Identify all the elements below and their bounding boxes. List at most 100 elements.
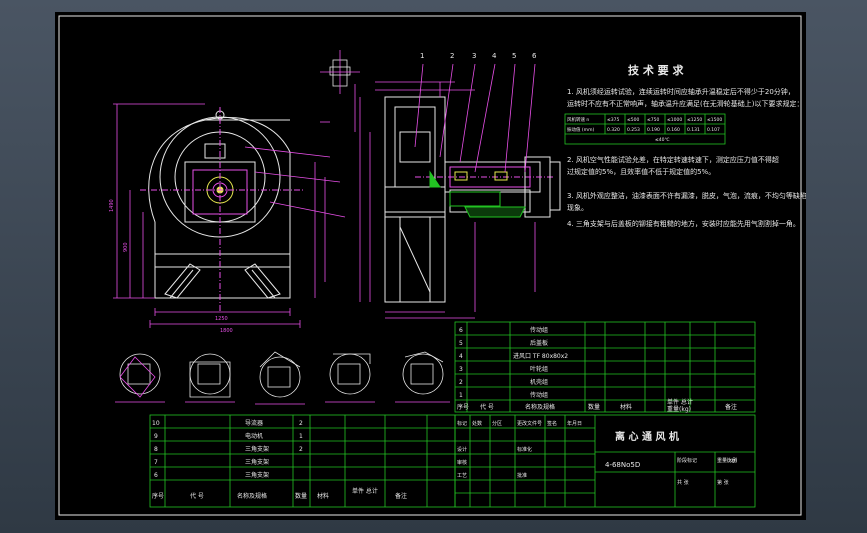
tb-role-count: 处数 — [472, 420, 482, 427]
pl-row1-qty: 2 — [299, 420, 303, 427]
vt-r1-c1: ≤375 — [607, 117, 619, 123]
pl-h-remark: 备注 — [395, 492, 407, 500]
tech-item-1b: 运转时不应有不正常响声，轴承温升应满足(在无滑轮基础上)以下要求规定： — [567, 99, 803, 108]
pl-h-no: 序号 — [152, 492, 164, 500]
pl-row3-qty: 2 — [299, 446, 303, 453]
pu-h-remark: 备注 — [725, 403, 737, 411]
pl-row3-name: 三角支架 — [245, 445, 269, 453]
tech-item-2b: 过规定值的5%，且效率值不低于规定值的5%。 — [567, 167, 715, 176]
tech-item-2: 2. 风机空气性能试验允差，在特定转速转速下，测定应压力值不得超 — [567, 155, 779, 164]
pu-row2-no: 5 — [459, 340, 463, 347]
balloon-6: 6 — [532, 52, 537, 60]
pu-row2-name: 后盖板 — [530, 339, 548, 347]
pu-row5-no: 2 — [459, 379, 463, 386]
variant-view-4 — [325, 353, 375, 403]
tb-stage: 阶段标记 — [677, 457, 697, 464]
balloon-2: 2 — [450, 52, 454, 60]
tb-role-review: 审核 — [457, 459, 467, 466]
tb-of: 第 张 — [717, 479, 729, 486]
tb-role-std: 标准化 — [517, 446, 532, 453]
side-dimensions — [359, 81, 536, 319]
balloon-labels: 1 2 3 4 5 6 — [420, 52, 537, 60]
dim-base-width: 1250 — [215, 316, 228, 322]
pu-row6-name: 传动组 — [530, 391, 548, 399]
tech-title: 技 术 要 求 — [628, 63, 684, 77]
pl-row2-name: 电动机 — [245, 432, 263, 440]
pl-row5-no: 6 — [154, 472, 158, 479]
pu-row4-name: 叶轮组 — [530, 365, 548, 373]
pl-row4-name: 三角支架 — [245, 458, 269, 466]
pu-h-single: 单件 总计 — [667, 398, 693, 406]
pu-h-weight: 重量(kg) — [667, 405, 691, 413]
pl-row1-no: 10 — [152, 420, 160, 427]
pu-row5-name: 机壳组 — [530, 378, 548, 386]
pu-h-code: 代 号 — [480, 403, 494, 411]
variant-view-1 — [115, 353, 165, 403]
pl-row1-name: 导流器 — [245, 419, 263, 427]
tech-item-1: 1. 风机须经运转试验，连续运转时间应轴承升温稳定后不得少于20分钟， — [567, 87, 795, 96]
title-block-text: 离 心 通 风 机 4-68No5D 阶段标记 重量(kg) 共 张 第 张 比… — [457, 420, 737, 486]
variant-views — [115, 351, 450, 405]
pu-row3-name: 进风口 TF 80x80x2 — [513, 352, 568, 360]
pl-row3-no: 8 — [154, 446, 158, 453]
pl-row5-name: 三角支架 — [245, 471, 269, 479]
tb-role-approve: 批准 — [517, 472, 527, 479]
dim-height-total: 1490 — [109, 199, 115, 212]
vt-r1-c4: ≤1000 — [667, 117, 682, 123]
tb-role-mark: 标记 — [457, 420, 467, 427]
vt-note: ≤40℃ — [655, 137, 670, 143]
pu-row1-name: 传动组 — [530, 326, 548, 334]
tb-role-zone: 分区 — [492, 420, 502, 427]
tb-role-design: 设计 — [457, 446, 467, 453]
vt-r2-c4: 0.160 — [667, 127, 680, 133]
balloon-5: 5 — [512, 52, 516, 60]
variant-view-5 — [395, 351, 450, 403]
pu-row3-no: 4 — [459, 353, 463, 360]
vt-r2-c5: 0.131 — [687, 127, 700, 133]
pu-row4-no: 3 — [459, 366, 463, 373]
balloon-4: 4 — [492, 52, 497, 60]
pl-h-name: 名称及规格 — [237, 492, 267, 500]
front-view — [140, 107, 305, 312]
dim-width-total: 1800 — [220, 328, 233, 334]
cad-viewport[interactable]: 1490 900 1250 1800 1 2 3 4 5 6 技 术 要 求 1… — [0, 0, 867, 533]
vt-r2-c3: 0.190 — [647, 127, 660, 133]
balloon-3: 3 — [472, 52, 476, 60]
tb-scale: 比例 — [727, 457, 737, 464]
tb-role-sign: 签名 — [547, 420, 557, 427]
vt-r1-c5: ≤1250 — [687, 117, 702, 123]
vt-r2-c2: 0.253 — [627, 127, 640, 133]
tb-role-date: 年月日 — [567, 420, 582, 427]
front-dimensions — [113, 103, 346, 328]
balloon-leaders — [414, 63, 536, 173]
tech-item-3b: 现象。 — [567, 203, 588, 212]
pu-h-name: 名称及规格 — [525, 403, 555, 411]
dim-shaft-center: 900 — [123, 242, 129, 252]
pl-h-material: 材料 — [317, 492, 329, 500]
vt-r1-c2: ≤500 — [627, 117, 639, 123]
pu-h-no: 序号 — [457, 403, 469, 411]
pu-row6-no: 1 — [459, 392, 463, 399]
pl-h-code: 代 号 — [190, 492, 204, 500]
drawing-model: 4-68No5D — [605, 461, 640, 469]
drawing-title: 离 心 通 风 机 — [615, 430, 679, 443]
pl-h-qty: 数量 — [295, 492, 307, 500]
pu-h-qty: 数量 — [588, 403, 600, 411]
parts-list-lower-text: 10 导流器 2 9 电动机 1 8 三角支架 2 7 三角支架 6 三角支架 … — [152, 419, 407, 500]
pu-h-material: 材料 — [620, 403, 632, 411]
vt-r2-c1: 0.320 — [607, 127, 620, 133]
pl-row2-qty: 1 — [299, 433, 303, 440]
pl-row2-no: 9 — [154, 433, 158, 440]
vt-r2-c6: 0.107 — [707, 127, 720, 133]
vt-r2-c0: 振动值 (mm) — [567, 126, 594, 133]
tb-role-process: 工艺 — [457, 473, 467, 479]
variant-view-3 — [255, 351, 305, 405]
tb-role-change: 更改文件号 — [517, 420, 542, 427]
pu-row1-no: 6 — [459, 327, 463, 334]
tech-item-4: 4. 三角支架与后盖板的铆接有粗糙的地方，安装时应能先用气割割掉一角。 — [567, 219, 800, 228]
bolt-detail — [320, 50, 360, 132]
parts-list-upper — [454, 321, 756, 413]
tech-requirements: 技 术 要 求 1. 风机须经运转试验，连续运转时间应轴承升温稳定后不得少于20… — [567, 63, 806, 228]
variant-view-2 — [185, 353, 235, 403]
pl-row4-no: 7 — [154, 459, 158, 466]
